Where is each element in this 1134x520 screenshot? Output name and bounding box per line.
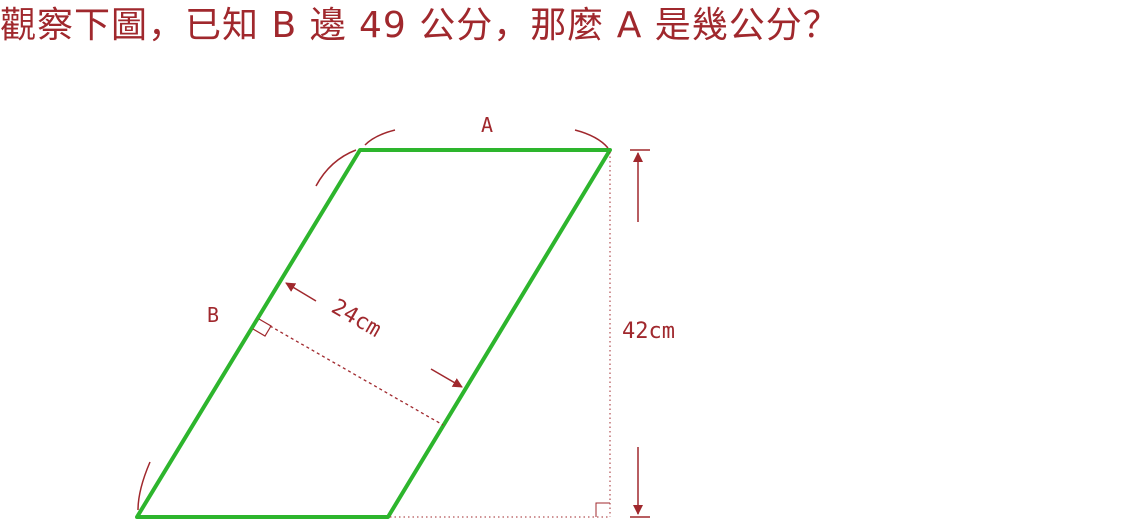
label-height: 42cm xyxy=(622,319,675,344)
right-angle-mark-height xyxy=(595,502,610,517)
label-side-a: A xyxy=(481,113,493,137)
side-a-arc-left xyxy=(364,129,396,146)
perpendicular-line xyxy=(269,325,444,426)
parallelogram-diagram: A B 24cm 42cm xyxy=(135,113,675,519)
side-a-arc-right xyxy=(574,129,609,149)
arrow-24cm-lower xyxy=(430,368,463,388)
label-side-b: B xyxy=(207,303,219,327)
label-perpendicular: 24cm xyxy=(327,295,385,343)
arrow-24cm-upper xyxy=(285,282,317,302)
